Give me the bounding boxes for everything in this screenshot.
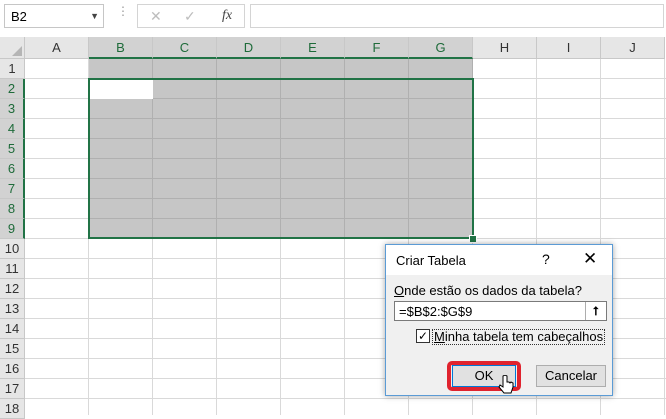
- row-header-5[interactable]: 5: [0, 139, 25, 159]
- range-label: Onde estão os dados da tabela?: [394, 283, 582, 298]
- column-header-f[interactable]: F: [345, 37, 409, 59]
- enter-check-icon[interactable]: ✓: [184, 8, 196, 25]
- row-header-9[interactable]: 9: [0, 219, 25, 239]
- column-header-c[interactable]: C: [153, 37, 217, 59]
- row-header-12[interactable]: 12: [0, 279, 25, 299]
- row-header-11[interactable]: 11: [0, 259, 25, 279]
- headers-checkbox-label[interactable]: Minha tabela tem cabeçalhos: [432, 329, 606, 345]
- row-header-18[interactable]: 18: [0, 399, 25, 419]
- row-header-17[interactable]: 17: [0, 379, 25, 399]
- row-header-3[interactable]: 3: [0, 99, 25, 119]
- formula-bar: B2 ▼ ⋮ ✕ ✓ fx: [0, 0, 666, 34]
- name-box[interactable]: B2 ▼: [4, 4, 104, 28]
- name-box-value: B2: [11, 9, 27, 24]
- row-header-7[interactable]: 7: [0, 179, 25, 199]
- grip-dots-icon: ⋮: [117, 4, 129, 18]
- row-header-6[interactable]: 6: [0, 159, 25, 179]
- column-header-j[interactable]: J: [601, 37, 665, 59]
- dialog-title: Criar Tabela: [396, 253, 466, 268]
- row-header-13[interactable]: 13: [0, 299, 25, 319]
- cancel-icon[interactable]: ✕: [150, 8, 162, 25]
- column-header-d[interactable]: D: [217, 37, 281, 59]
- range-input[interactable]: =$B$2:$G$9 ⭡: [394, 301, 607, 321]
- row-header-4[interactable]: 4: [0, 119, 25, 139]
- formula-buttons: ✕ ✓ fx: [137, 4, 245, 28]
- column-header-g[interactable]: G: [409, 37, 473, 59]
- row-header-14[interactable]: 14: [0, 319, 25, 339]
- help-icon[interactable]: ?: [542, 251, 550, 267]
- collapse-dialog-icon[interactable]: ⭡: [585, 302, 606, 320]
- selection-border: [88, 78, 474, 239]
- create-table-dialog: Criar Tabela ? ✕ Onde estão os dados da …: [385, 244, 613, 396]
- range-input-value: =$B$2:$G$9: [399, 304, 473, 319]
- select-all-corner[interactable]: [0, 37, 25, 59]
- row-header-8[interactable]: 8: [0, 199, 25, 219]
- column-header-e[interactable]: E: [281, 37, 345, 59]
- dropdown-arrow-icon[interactable]: ▼: [90, 11, 99, 21]
- mouse-pointer-icon: [498, 375, 514, 394]
- headers-checkbox[interactable]: ✓: [416, 329, 430, 343]
- formula-input[interactable]: [250, 4, 664, 28]
- close-icon[interactable]: ✕: [583, 249, 597, 269]
- row-header-10[interactable]: 10: [0, 239, 25, 259]
- fill-handle[interactable]: [469, 235, 477, 243]
- row-header-16[interactable]: 16: [0, 359, 25, 379]
- dialog-title-bar[interactable]: Criar Tabela ? ✕: [386, 245, 612, 275]
- row-header-15[interactable]: 15: [0, 339, 25, 359]
- row-header-1[interactable]: 1: [0, 59, 25, 79]
- row-header-2[interactable]: 2: [0, 79, 25, 99]
- insert-function-icon[interactable]: fx: [222, 8, 232, 24]
- column-header-b[interactable]: B: [89, 37, 153, 59]
- cancel-button[interactable]: Cancelar: [536, 365, 606, 387]
- column-header-h[interactable]: H: [473, 37, 537, 59]
- column-header-a[interactable]: A: [25, 37, 89, 59]
- column-header-i[interactable]: I: [537, 37, 601, 59]
